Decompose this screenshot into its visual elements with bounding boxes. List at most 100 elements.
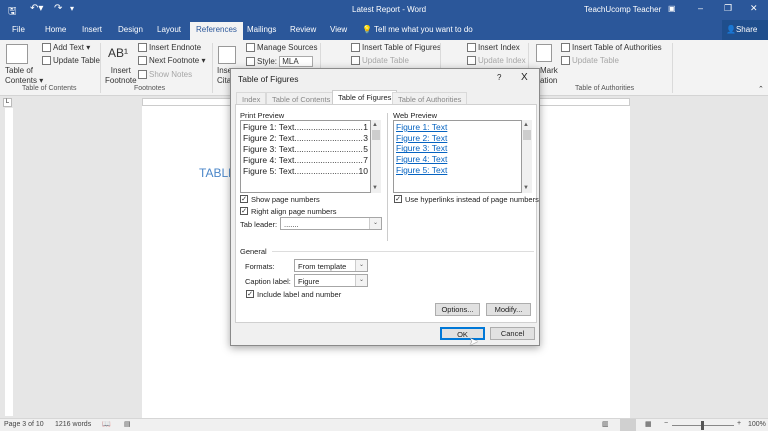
authorities-icon bbox=[561, 43, 570, 53]
include-label-label[interactable]: Include label and number bbox=[257, 290, 341, 299]
tab-file[interactable]: File bbox=[12, 25, 25, 34]
dialog-tab-tof[interactable]: Table of Figures bbox=[332, 90, 398, 105]
web-preview-link: Figure 3: Text bbox=[396, 143, 448, 154]
insert-index-button[interactable]: Insert Index bbox=[467, 43, 520, 53]
tab-review[interactable]: Review bbox=[290, 25, 316, 34]
entry-page: 7 bbox=[363, 155, 368, 165]
manage-sources-button[interactable]: Manage Sources bbox=[246, 43, 317, 53]
add-text-button[interactable]: Add Text ▾ bbox=[42, 43, 90, 53]
collapse-ribbon-icon[interactable]: ⌃ bbox=[758, 85, 764, 93]
group-label-footnotes: Footnotes bbox=[134, 85, 166, 92]
minimize-icon[interactable]: – bbox=[698, 3, 703, 13]
close-dialog-button[interactable]: X bbox=[521, 72, 528, 83]
share-button[interactable]: 👤Share bbox=[722, 20, 768, 40]
web-preview-box: Figure 1: Text Figure 2: Text Figure 3: Te… bbox=[393, 120, 522, 193]
proofing-icon[interactable]: 📖 bbox=[102, 420, 111, 428]
use-hyperlinks-checkbox[interactable]: ✓ bbox=[394, 195, 402, 203]
dialog-title: Table of Figures bbox=[238, 74, 299, 84]
right-align-label[interactable]: Right align page numbers bbox=[251, 207, 336, 216]
tab-design[interactable]: Design bbox=[118, 25, 143, 34]
user-name[interactable]: TeachUcomp Teacher bbox=[584, 5, 661, 14]
ribbon-tabs: File Home Insert Design Layout Reference… bbox=[0, 20, 768, 40]
tab-references[interactable]: References bbox=[190, 22, 243, 40]
table-of-contents-button[interactable]: Table of Contents ▾ bbox=[5, 66, 43, 86]
print-preview-entry: Figure 5: Text..........................… bbox=[241, 166, 370, 177]
caption-label-select[interactable]: Figure ⌄ bbox=[294, 274, 368, 287]
print-preview-label: Print Preview bbox=[240, 111, 285, 120]
zoom-level[interactable]: 100% bbox=[748, 421, 766, 428]
entry-text: Figure 2: Text bbox=[243, 133, 295, 143]
share-label: Share bbox=[735, 25, 758, 34]
next-footnote-icon bbox=[138, 56, 147, 66]
print-preview-box: Figure 1: Text..........................… bbox=[240, 120, 371, 193]
insert-table-of-figures-button[interactable]: Insert Table of Figures bbox=[351, 43, 441, 53]
mark-citation-icon bbox=[536, 44, 552, 62]
zoom-out-icon[interactable]: − bbox=[664, 420, 668, 427]
cancel-button[interactable]: Cancel bbox=[490, 327, 535, 340]
read-mode-icon[interactable]: ▥ bbox=[602, 420, 609, 428]
tab-view[interactable]: View bbox=[330, 25, 347, 34]
web-layout-icon[interactable]: ▦ bbox=[645, 420, 652, 428]
tab-leader-select[interactable]: ....... ⌄ bbox=[280, 217, 382, 230]
zoom-slider[interactable] bbox=[672, 421, 734, 430]
tab-home[interactable]: Home bbox=[45, 25, 66, 34]
table-of-figures-icon bbox=[351, 43, 360, 53]
tab-insert[interactable]: Insert bbox=[82, 25, 102, 34]
help-button[interactable]: ? bbox=[497, 73, 501, 82]
web-preview-link: Figure 2: Text bbox=[396, 132, 448, 143]
modify-button[interactable]: Modify... bbox=[486, 303, 531, 316]
word-count[interactable]: 1216 words bbox=[55, 421, 91, 428]
tab-leader-dots: ........................................… bbox=[294, 166, 359, 176]
tell-me-input[interactable]: Tell me what you want to do bbox=[374, 25, 473, 34]
zoom-slider-thumb[interactable] bbox=[701, 421, 704, 430]
general-label: General bbox=[240, 247, 267, 256]
update-toc-button[interactable]: Update Table bbox=[42, 56, 100, 66]
insert-toa-button[interactable]: Insert Table of Authorities bbox=[561, 43, 662, 53]
tab-leader-label: Tab leader: bbox=[240, 220, 278, 229]
tab-layout[interactable]: Layout bbox=[157, 25, 181, 34]
tab-mailings[interactable]: Mailings bbox=[247, 25, 276, 34]
options-button[interactable]: Options... bbox=[435, 303, 480, 316]
insert-endnote-button[interactable]: Insert Endnote bbox=[138, 43, 201, 53]
web-preview-label: Web Preview bbox=[393, 111, 438, 120]
undo-icon[interactable]: ↶▾ bbox=[30, 3, 43, 14]
print-preview-scrollbar[interactable]: ▲ ▼ bbox=[371, 120, 381, 193]
show-page-numbers-label[interactable]: Show page numbers bbox=[251, 195, 320, 204]
web-preview-scrollbar[interactable]: ▲ ▼ bbox=[522, 120, 532, 193]
show-page-numbers-checkbox[interactable]: ✓ bbox=[240, 195, 248, 203]
page-count[interactable]: Page 3 of 10 bbox=[4, 421, 44, 428]
macro-icon[interactable]: ▤ bbox=[124, 420, 131, 428]
update-table-figures-button[interactable]: Update Table bbox=[351, 56, 409, 66]
group-label-authorities: Table of Authorities bbox=[575, 85, 635, 92]
insert-footnote-button[interactable]: Insert Footnote bbox=[105, 66, 137, 86]
restore-icon[interactable]: ❐ bbox=[724, 3, 732, 14]
update-toa-button[interactable]: Update Table bbox=[561, 56, 619, 66]
ribbon-display-icon[interactable]: ▣ bbox=[668, 4, 676, 13]
tab-leader-dots: ........................................… bbox=[294, 155, 363, 165]
ok-button[interactable]: OK bbox=[440, 327, 485, 340]
right-align-checkbox[interactable]: ✓ bbox=[240, 207, 248, 215]
formats-select[interactable]: From template ⌄ bbox=[294, 259, 368, 272]
save-icon[interactable]: 🖫 bbox=[8, 4, 17, 21]
mark-citation-button[interactable]: Mark ation bbox=[540, 66, 558, 86]
print-preview-entry: Figure 1: Text..........................… bbox=[241, 122, 370, 133]
redo-icon[interactable]: ↷ bbox=[54, 3, 62, 14]
chevron-down-icon: ⌄ bbox=[369, 218, 381, 229]
close-window-icon[interactable]: ✕ bbox=[750, 3, 758, 14]
caption-label-label: Caption label: bbox=[245, 277, 291, 286]
use-hyperlinks-label[interactable]: Use hyperlinks instead of page numbers bbox=[405, 195, 539, 204]
vertical-ruler[interactable] bbox=[5, 108, 13, 416]
tab-selector[interactable]: L bbox=[3, 98, 12, 107]
style-select[interactable]: Style: MLA bbox=[246, 56, 314, 67]
print-layout-icon[interactable] bbox=[620, 419, 636, 431]
next-footnote-button[interactable]: Next Footnote ▾ bbox=[138, 56, 206, 66]
include-label-checkbox[interactable]: ✓ bbox=[246, 290, 254, 298]
customize-qat-icon[interactable]: ▾ bbox=[70, 4, 74, 13]
general-divider bbox=[272, 251, 534, 252]
web-preview-link: Figure 4: Text bbox=[396, 154, 448, 165]
show-notes-button[interactable]: Show Notes bbox=[138, 70, 192, 80]
update-icon bbox=[351, 56, 360, 66]
zoom-in-icon[interactable]: + bbox=[737, 420, 741, 427]
update-icon bbox=[561, 56, 570, 66]
update-index-button[interactable]: Update Index bbox=[467, 56, 526, 66]
